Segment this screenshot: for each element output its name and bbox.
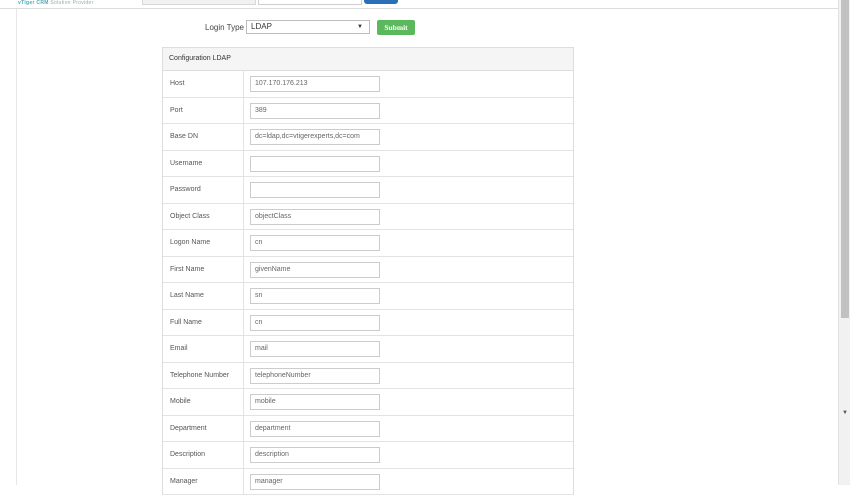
base-dn-label: Base DN	[163, 124, 244, 150]
description-label: Description	[163, 442, 244, 468]
config-row-object-class: Object Class objectClass	[163, 204, 573, 231]
first-name-label: First Name	[163, 257, 244, 283]
port-field[interactable]: 389	[250, 103, 380, 119]
config-row-first-name: First Name givenName	[163, 257, 573, 284]
config-row-host: Host 107.170.176.213	[163, 71, 573, 98]
top-header-bar: vTiger CRM Solution Provider	[0, 0, 838, 9]
object-class-label: Object Class	[163, 204, 244, 230]
telephone-number-label: Telephone Number	[163, 363, 244, 389]
brand-logo-text[interactable]: vTiger CRM Solution Provider	[18, 0, 94, 6]
manager-label: Manager	[163, 469, 244, 495]
config-row-username: Username	[163, 151, 573, 178]
description-field[interactable]: description	[250, 447, 380, 463]
search-type-select[interactable]	[142, 0, 256, 5]
brand-main: vTiger CRM	[18, 0, 49, 6]
full-name-field[interactable]: cn	[250, 315, 380, 331]
username-label: Username	[163, 151, 244, 177]
config-row-mobile: Mobile mobile	[163, 389, 573, 416]
config-row-logon-name: Logon Name cn	[163, 230, 573, 257]
config-row-email: Email mail	[163, 336, 573, 363]
mobile-field[interactable]: mobile	[250, 394, 380, 410]
mobile-label: Mobile	[163, 389, 244, 415]
password-field[interactable]	[250, 182, 380, 198]
config-row-full-name: Full Name cn	[163, 310, 573, 337]
configuration-rows: Host 107.170.176.213 Port 389 Base DN dc=ldap…	[163, 71, 573, 495]
configuration-title: Configuration LDAP	[163, 48, 573, 71]
password-label: Password	[163, 177, 244, 203]
left-sidebar-edge	[0, 9, 17, 485]
configuration-ldap-table: Configuration LDAP Host 107.170.176.213 Po…	[162, 47, 574, 495]
login-type-label: Login Type	[170, 21, 244, 35]
email-label: Email	[163, 336, 244, 362]
config-row-port: Port 389	[163, 98, 573, 125]
login-type-select[interactable]: LDAP ▼	[246, 20, 370, 34]
port-label: Port	[163, 98, 244, 124]
manager-field[interactable]: manager	[250, 474, 380, 490]
base-dn-field[interactable]: dc=ldap,dc=vtigerexperts,dc=com	[250, 129, 380, 145]
search-input[interactable]	[258, 0, 362, 5]
config-row-base-dn: Base DN dc=ldap,dc=vtigerexperts,dc=com	[163, 124, 573, 151]
last-name-label: Last Name	[163, 283, 244, 309]
department-label: Department	[163, 416, 244, 442]
config-row-manager: Manager manager	[163, 469, 573, 495]
scroll-down-arrow-icon[interactable]: ▼	[841, 409, 849, 417]
host-field[interactable]: 107.170.176.213	[250, 76, 380, 92]
object-class-field[interactable]: objectClass	[250, 209, 380, 225]
caret-down-icon: ▼	[357, 21, 363, 33]
full-name-label: Full Name	[163, 310, 244, 336]
logon-name-field[interactable]: cn	[250, 235, 380, 251]
config-row-telephone-number: Telephone Number telephoneNumber	[163, 363, 573, 390]
config-row-department: Department department	[163, 416, 573, 443]
telephone-number-field[interactable]: telephoneNumber	[250, 368, 380, 384]
search-button[interactable]	[364, 0, 398, 4]
submit-button[interactable]: Submit	[377, 20, 415, 35]
config-row-password: Password	[163, 177, 573, 204]
brand-sub: Solution Provider	[50, 0, 93, 6]
login-type-value: LDAP	[251, 22, 272, 31]
vertical-scrollbar[interactable]: ▼	[838, 0, 850, 485]
config-row-last-name: Last Name sn	[163, 283, 573, 310]
scrollbar-thumb[interactable]	[841, 0, 849, 318]
username-field[interactable]	[250, 156, 380, 172]
config-row-description: Description description	[163, 442, 573, 469]
department-field[interactable]: department	[250, 421, 380, 437]
first-name-field[interactable]: givenName	[250, 262, 380, 278]
logon-name-label: Logon Name	[163, 230, 244, 256]
last-name-field[interactable]: sn	[250, 288, 380, 304]
host-label: Host	[163, 71, 244, 97]
email-field[interactable]: mail	[250, 341, 380, 357]
